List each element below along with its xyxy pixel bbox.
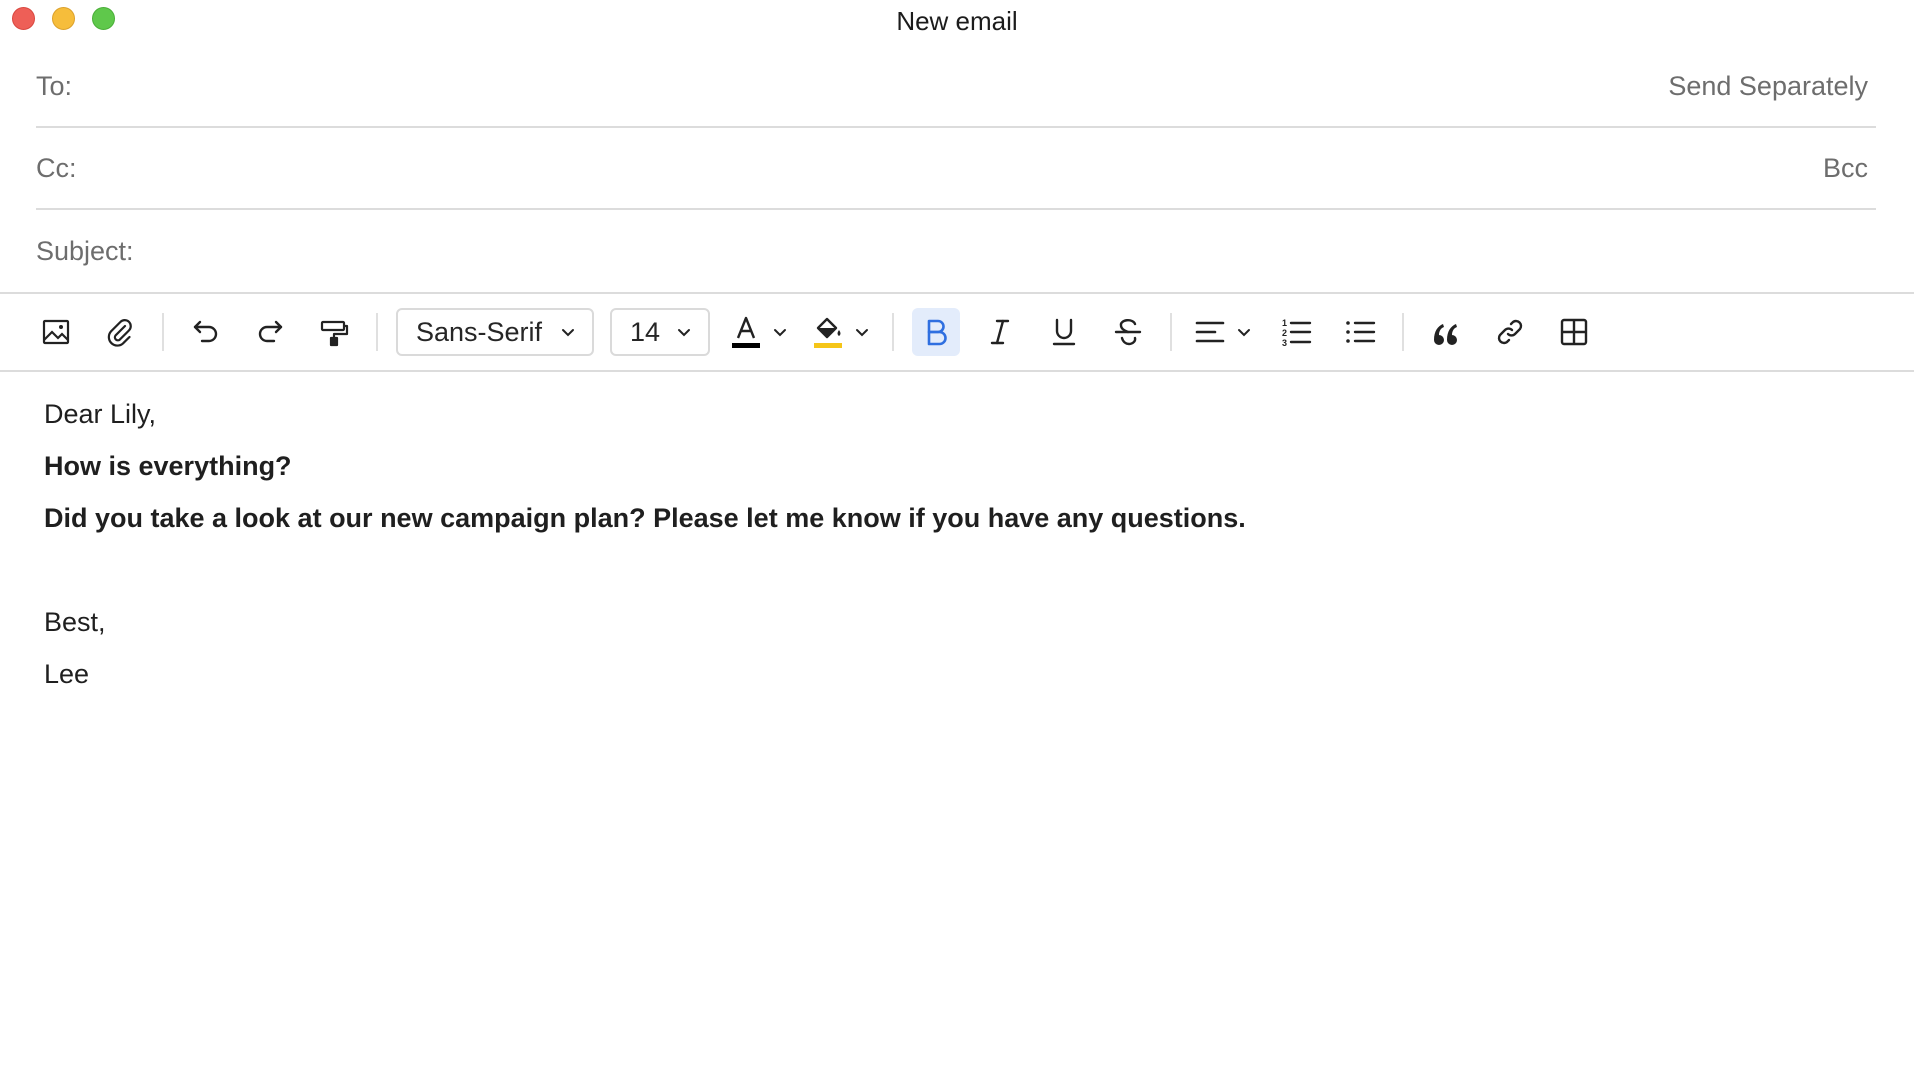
format-painter-button[interactable] (310, 308, 358, 356)
italic-button[interactable] (976, 308, 1024, 356)
undo-icon (193, 320, 218, 343)
send-separately-button[interactable]: Send Separately (1668, 71, 1876, 102)
toolbar-divider (162, 313, 164, 351)
svg-text:3: 3 (1282, 338, 1287, 348)
bold-button[interactable] (912, 308, 960, 356)
cc-input[interactable] (94, 143, 1805, 193)
toolbar-divider (1402, 313, 1404, 351)
align-button[interactable] (1190, 308, 1252, 356)
text-color-icon (732, 316, 760, 348)
font-size-select[interactable]: 14 (610, 308, 710, 356)
bullet-list-icon (1346, 321, 1376, 343)
formatting-toolbar: Sans-Serif 14 1 2 3 (0, 292, 1914, 372)
font-family-select[interactable]: Sans-Serif (396, 308, 594, 356)
cc-row: Cc: Bcc (36, 128, 1876, 210)
subject-input[interactable] (151, 226, 1858, 276)
bullet-list-button[interactable] (1336, 308, 1384, 356)
bold-icon (927, 319, 947, 346)
highlight-icon (814, 317, 842, 348)
body-line-1: How is everything? (44, 451, 292, 481)
insert-link-button[interactable] (1486, 308, 1534, 356)
chevron-down-icon (1238, 329, 1250, 337)
subject-row: Subject: (36, 210, 1876, 292)
window-title: New email (896, 6, 1018, 36)
svg-text:2: 2 (1282, 328, 1287, 338)
undo-button[interactable] (182, 308, 230, 356)
body-signature: Lee (44, 659, 90, 689)
table-icon (1560, 318, 1588, 346)
italic-icon (990, 319, 1010, 345)
attach-file-button[interactable] (96, 308, 144, 356)
align-icon (1195, 321, 1225, 343)
quote-button[interactable] (1422, 308, 1470, 356)
font-size-value: 14 (630, 316, 661, 347)
format-painter-icon (320, 320, 349, 347)
body-line-2: Did you take a look at our new campaign … (44, 503, 1246, 533)
body-closing: Best, (44, 607, 106, 637)
image-icon (42, 319, 70, 345)
numbered-list-button[interactable]: 1 2 3 (1272, 308, 1320, 356)
underline-button[interactable] (1040, 308, 1088, 356)
chevron-down-icon (774, 329, 786, 337)
redo-icon (258, 320, 283, 343)
insert-table-button[interactable] (1550, 308, 1598, 356)
toolbar-divider (892, 313, 894, 351)
body-greeting: Dear Lily, (44, 399, 157, 429)
strikethrough-button[interactable] (1104, 308, 1152, 356)
numbered-list-icon: 1 2 3 (1282, 318, 1312, 348)
chevron-down-icon (856, 329, 868, 337)
quote-icon (1434, 324, 1457, 345)
link-icon (1497, 319, 1523, 345)
redo-button[interactable] (246, 308, 294, 356)
toolbar-divider (376, 313, 378, 351)
attachment-icon (107, 319, 132, 347)
to-row: To: Send Separately (36, 46, 1876, 128)
text-color-button[interactable] (726, 308, 788, 356)
email-body-editor[interactable]: Dear Lily, How is everything? Did you ta… (44, 388, 1874, 700)
underline-icon (1052, 318, 1076, 346)
bcc-button[interactable]: Bcc (1823, 153, 1876, 184)
strikethrough-icon (1114, 318, 1142, 346)
toolbar-divider (1170, 313, 1172, 351)
subject-label: Subject: (36, 235, 134, 266)
insert-image-button[interactable] (32, 308, 80, 356)
font-family-value: Sans-Serif (416, 316, 543, 347)
chevron-down-icon (678, 329, 690, 337)
to-input[interactable] (90, 61, 1651, 111)
svg-text:1: 1 (1282, 318, 1287, 328)
body-blank-line (44, 544, 1874, 596)
email-compose-window: New email To: Send Separately Cc: Bcc Su… (0, 0, 1914, 1074)
highlight-color-button[interactable] (808, 308, 870, 356)
chevron-down-icon (562, 329, 574, 337)
cc-label: Cc: (36, 152, 77, 183)
to-label: To: (36, 70, 73, 101)
title-bar: New email (0, 0, 1914, 44)
